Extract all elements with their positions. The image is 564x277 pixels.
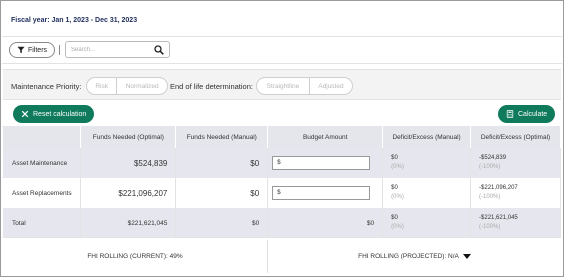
column-header-funds-optimal: Funds Needed (Optimal) (80, 126, 177, 148)
deficit-manual-value: $0 (391, 155, 398, 161)
funds-manual-value: $0 (175, 178, 269, 208)
row-label: Asset Replacements (3, 178, 82, 208)
deficit-manual-value: $0 (391, 215, 398, 221)
divider (2, 36, 562, 37)
window: Fiscal year: Jan 1, 2023 - Dec 31, 2023 … (0, 0, 564, 277)
priority-option-risk[interactable]: Risk (87, 78, 116, 94)
deficit-manual-cell: $0 (0%) (382, 178, 472, 208)
filter-icon (17, 46, 25, 54)
maintenance-priority-label: Maintenance Priority: (11, 82, 82, 91)
end-of-life-toggle: Straightline Adjusted (256, 77, 353, 95)
table-header-row: Funds Needed (Optimal) Funds Needed (Man… (3, 126, 561, 148)
fhi-footer: FHI ROLLING (CURRENT): 49% FHI ROLLING (… (3, 237, 561, 274)
table-row: Asset Replacements $221,096,207 $0 $ $0 … (3, 178, 561, 208)
fhi-projected-label: FHI ROLLING (PROJECTED): N/A (358, 253, 459, 260)
budget-table: Funds Needed (Optimal) Funds Needed (Man… (3, 126, 561, 238)
deficit-manual-percent: (0%) (391, 224, 404, 230)
budget-amount-input[interactable]: $ (272, 186, 371, 200)
budget-amount-input[interactable]: $ (272, 156, 371, 170)
deficit-optimal-percent: (-100%) (479, 224, 501, 230)
deficit-manual-cell: $0 (0%) (382, 148, 472, 178)
funds-manual-value: $0 (175, 208, 269, 238)
calculate-label: Calculate (518, 110, 548, 118)
deficit-optimal-percent: (-100%) (479, 164, 501, 170)
row-label: Asset Maintenance (3, 148, 82, 178)
calculate-button[interactable]: Calculate (498, 105, 556, 123)
filters-button[interactable]: Filters (9, 42, 55, 58)
funds-manual-value: $0 (175, 148, 269, 178)
fiscal-year-label: Fiscal year: Jan 1, 2023 - Dec 31, 2023 (11, 17, 138, 24)
deficit-optimal-value: -$221,621,045 (479, 215, 518, 221)
divider (2, 63, 562, 64)
deficit-optimal-percent: (-100%) (479, 194, 501, 200)
fhi-current-label: FHI ROLLING (CURRENT): 49% (87, 253, 183, 260)
deficit-optimal-value: -$221,096,207 (479, 185, 518, 191)
row-label: Total (3, 208, 82, 238)
column-header (3, 126, 82, 148)
column-header-funds-manual: Funds Needed (Manual) (175, 126, 269, 148)
end-of-life-label: End of life determination: (170, 82, 253, 91)
calculator-icon (506, 110, 514, 118)
table-row-total: Total $221,621,045 $0 $0 $0 (0%) -$221,6… (3, 208, 561, 238)
options-bar: Maintenance Priority: Risk Normalized En… (3, 69, 561, 100)
budget-cell: $ (267, 148, 384, 178)
funds-optimal-value: $524,839 (80, 148, 177, 178)
fhi-projected-dropdown[interactable]: FHI ROLLING (PROJECTED): N/A (268, 238, 561, 275)
column-header-budget-amount: Budget Amount (267, 126, 384, 148)
funds-optimal-value: $221,096,207 (80, 178, 177, 208)
column-header-deficit-optimal: Deficit/Excess (Optimal) (470, 126, 561, 148)
column-header-deficit-manual: Deficit/Excess (Manual) (382, 126, 472, 148)
deficit-optimal-cell: -$221,096,207 (-100%) (470, 178, 561, 208)
deficit-manual-cell: $0 (0%) (382, 208, 472, 238)
fhi-current: FHI ROLLING (CURRENT): 49% (3, 238, 267, 275)
priority-option-normalized[interactable]: Normalized (116, 78, 167, 94)
budget-cell: $ (267, 178, 384, 208)
deficit-optimal-cell: -$221,621,045 (-100%) (470, 208, 561, 238)
search-box[interactable] (65, 41, 170, 58)
deficit-optimal-cell: -$524,839 (-100%) (470, 148, 561, 178)
budget-total-value: $0 (267, 208, 384, 238)
deficit-manual-percent: (0%) (391, 194, 404, 200)
eol-option-straightline[interactable]: Straightline (257, 78, 309, 94)
close-icon (21, 110, 29, 118)
table-row: Asset Maintenance $524,839 $0 $ $0 (0%) … (3, 148, 561, 178)
caret-down-icon (462, 253, 471, 259)
search-icon[interactable] (154, 45, 164, 55)
reset-calculation-button[interactable]: Reset calculation (13, 105, 95, 123)
filters-label: Filters (27, 46, 48, 54)
toolbar-separator (59, 45, 60, 55)
funds-optimal-value: $221,621,045 (80, 208, 177, 238)
deficit-manual-percent: (0%) (391, 164, 404, 170)
deficit-manual-value: $0 (391, 185, 398, 191)
maintenance-priority-toggle: Risk Normalized (86, 77, 168, 95)
eol-option-adjusted[interactable]: Adjusted (308, 78, 352, 94)
reset-calculation-label: Reset calculation (33, 110, 87, 118)
search-input[interactable] (71, 44, 151, 56)
deficit-optimal-value: -$524,839 (479, 155, 507, 161)
